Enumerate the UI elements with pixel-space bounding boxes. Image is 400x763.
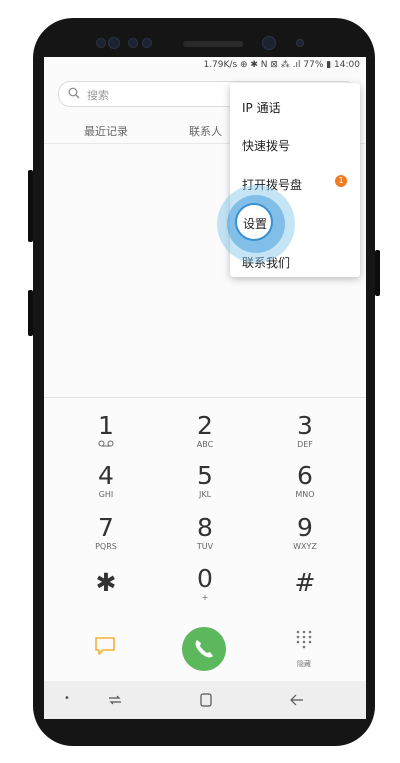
key-digit: # xyxy=(294,568,316,597)
key-letters: DEF xyxy=(297,440,313,449)
key-6[interactable]: 6 MNO xyxy=(270,461,340,500)
notification-badge: 1 xyxy=(335,175,347,187)
search-icon xyxy=(68,87,80,99)
key-letters: TUV xyxy=(196,542,214,551)
key-star[interactable]: ✱ xyxy=(71,569,141,597)
back-icon[interactable] xyxy=(290,694,304,706)
key-letters: PQRS xyxy=(95,542,117,551)
status-bar: 1.79K/s ⊕ ✱ N ⊠ ⁂ .ıl 77% ▮ 14:00 xyxy=(44,57,366,75)
front-camera xyxy=(262,36,276,50)
navigation-bar: • xyxy=(44,681,366,719)
dialer-screen: 1.79K/s ⊕ ✱ N ⊠ ⁂ .ıl 77% ▮ 14:00 搜索 最近记… xyxy=(44,57,366,719)
key-3[interactable]: 3 DEF xyxy=(270,411,340,450)
status-text: 1.79K/s ⊕ ✱ N ⊠ ⁂ .ıl 77% ▮ 14:00 xyxy=(203,60,360,70)
key-letters: MNO xyxy=(295,490,315,499)
iris-sensor xyxy=(96,38,106,48)
front-camera-left xyxy=(108,37,120,49)
key-letters: JKL xyxy=(198,490,212,499)
phone-icon xyxy=(195,640,213,658)
key-letters: WXYZ xyxy=(293,542,317,551)
key-digit: 3 xyxy=(297,411,313,440)
keypad-divider xyxy=(44,397,366,398)
key-8[interactable]: 8 TUV xyxy=(170,513,240,552)
key-digit: 9 xyxy=(297,513,313,542)
call-button[interactable] xyxy=(182,627,226,671)
dialpad-grid-icon[interactable] xyxy=(294,629,314,649)
key-7[interactable]: 7 PQRS xyxy=(71,513,141,552)
search-placeholder: 搜索 xyxy=(87,89,109,102)
home-icon[interactable] xyxy=(200,693,212,707)
nav-dot: • xyxy=(64,693,70,704)
key-digit: 0 xyxy=(197,564,213,593)
key-1[interactable]: 1 xyxy=(71,412,141,449)
key-digit: 6 xyxy=(297,461,313,490)
bixby-button xyxy=(28,290,33,336)
proximity-sensor xyxy=(296,39,304,47)
power-button xyxy=(375,250,380,296)
key-letters: ABC xyxy=(196,440,214,449)
key-5[interactable]: 5 JKL xyxy=(170,461,240,500)
hide-keypad-label: 隐藏 xyxy=(297,660,311,668)
sensor-dot xyxy=(142,38,152,48)
menu-item-settings[interactable]: 设置 xyxy=(243,215,267,232)
menu-item-speed-dial[interactable]: 快速拨号 xyxy=(242,137,290,154)
recent-apps-icon[interactable] xyxy=(108,694,122,706)
menu-item-ip-call[interactable]: IP 通话 xyxy=(242,99,281,116)
key-letters: + xyxy=(201,593,209,602)
key-digit: 1 xyxy=(98,411,114,440)
key-digit: ✱ xyxy=(95,568,117,597)
key-9[interactable]: 9 WXYZ xyxy=(270,513,340,552)
key-0[interactable]: 0 + xyxy=(170,564,240,603)
key-digit: 7 xyxy=(98,513,114,542)
sensor-dot xyxy=(128,38,138,48)
tab-recents[interactable]: 最近记录 xyxy=(84,123,128,139)
key-digit: 4 xyxy=(98,461,114,490)
message-icon[interactable] xyxy=(94,635,116,657)
earpiece xyxy=(183,41,243,47)
key-hash[interactable]: # xyxy=(270,569,340,597)
key-digit: 5 xyxy=(197,461,213,490)
key-letters: GHI xyxy=(98,490,114,499)
key-digit: 8 xyxy=(197,513,213,542)
voicemail-icon xyxy=(71,440,141,449)
volume-button xyxy=(28,170,33,242)
key-4[interactable]: 4 GHI xyxy=(71,461,141,500)
key-2[interactable]: 2 ABC xyxy=(170,411,240,450)
key-digit: 2 xyxy=(197,411,213,440)
tab-contacts[interactable]: 联系人 xyxy=(189,123,222,139)
